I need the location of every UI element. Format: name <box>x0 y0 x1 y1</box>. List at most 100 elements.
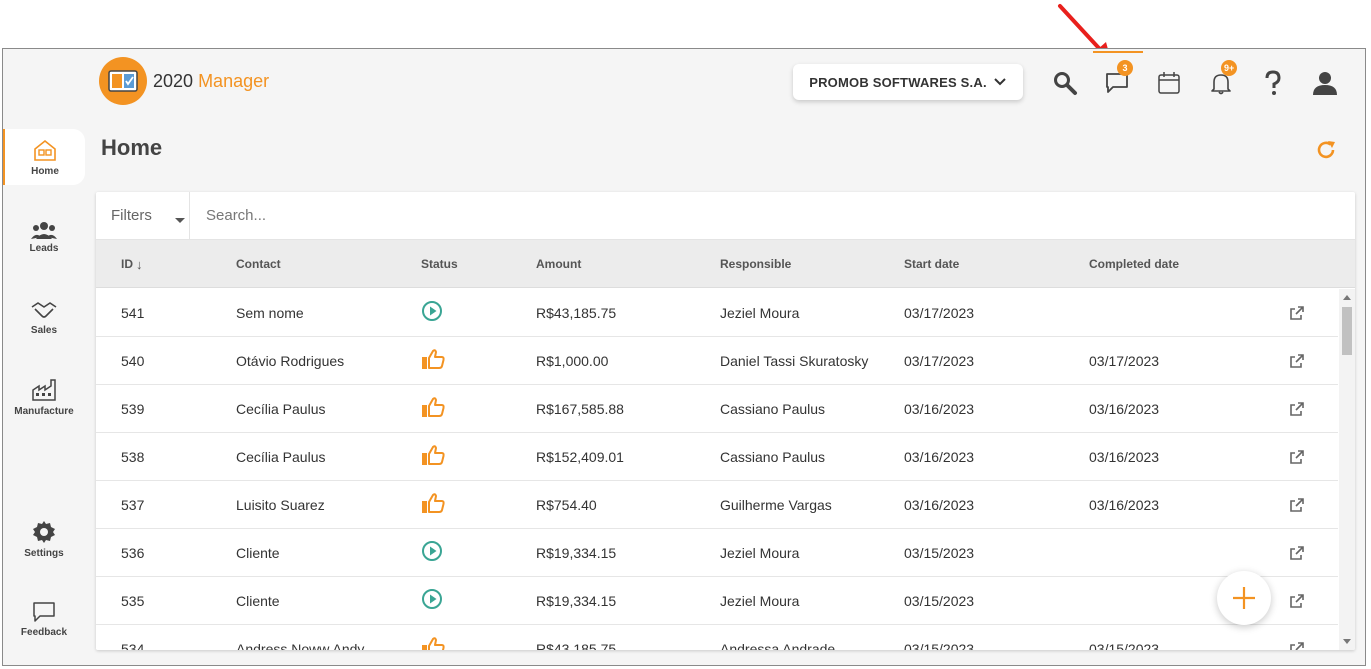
thumbs-up-icon <box>421 492 445 517</box>
column-header-responsible[interactable]: Responsible <box>720 240 791 288</box>
sidebar: Home Leads Sales Manufacture Settings Fe… <box>3 49 85 665</box>
calendar-button[interactable] <box>1153 67 1185 99</box>
logo-text: 2020 Manager <box>153 70 270 91</box>
leads-table-card: Filters ID↓ Contact Status Amount Respon… <box>96 192 1355 650</box>
search-icon <box>1054 72 1077 95</box>
add-button[interactable] <box>1217 571 1271 625</box>
scroll-thumb[interactable] <box>1342 307 1352 355</box>
cell-status <box>421 481 445 528</box>
cell-status <box>421 385 445 432</box>
app-logo[interactable]: 2020 Manager <box>99 57 269 105</box>
table-body: 541 Sem nome R$43,185.75 Jeziel Moura 03/17/… <box>96 289 1338 650</box>
column-header-contact[interactable]: Contact <box>236 240 281 288</box>
sidebar-item-sales[interactable]: Sales <box>3 289 85 345</box>
help-button[interactable] <box>1257 67 1289 99</box>
table-row[interactable]: 537 Luisito Suarez R$754.40 Guilherme Varga… <box>96 481 1338 529</box>
search-button[interactable] <box>1049 67 1081 99</box>
cell-amount: R$43,185.75 <box>536 640 617 651</box>
vertical-scrollbar[interactable] <box>1339 289 1355 650</box>
column-header-start-date[interactable]: Start date <box>904 240 959 288</box>
active-indicator <box>1093 51 1143 53</box>
open-external-icon[interactable] <box>1289 577 1305 624</box>
table-row[interactable]: 539 Cecília Paulus R$167,585.88 Cassiano Pa… <box>96 385 1338 433</box>
cell-contact: Cecília Paulus <box>236 448 326 465</box>
filters-dropdown[interactable]: Filters <box>96 192 190 240</box>
page-title: Home <box>101 135 163 160</box>
sidebar-item-home[interactable]: Home <box>3 129 85 185</box>
cell-completed-date: 03/16/2023 <box>1089 448 1160 465</box>
sidebar-item-leads[interactable]: Leads <box>3 209 85 265</box>
cell-id: 540 <box>121 352 145 369</box>
notifications-button[interactable]: 9+ <box>1205 60 1238 99</box>
play-circle-icon <box>421 540 443 565</box>
company-name: PROMOB SOFTWARES S.A. <box>809 74 987 90</box>
table-row[interactable]: 538 Cecília Paulus R$152,409.01 Cassiano Pa… <box>96 433 1338 481</box>
sidebar-item-settings[interactable]: Settings <box>3 511 85 567</box>
cell-contact: Otávio Rodrigues <box>236 352 345 369</box>
open-external-icon[interactable] <box>1289 625 1305 650</box>
cell-status <box>421 433 445 480</box>
company-selector[interactable]: PROMOB SOFTWARES S.A. <box>793 64 1023 100</box>
table-row[interactable]: 535 Cliente R$19,334.15 Jeziel Moura 03/15/2… <box>96 577 1338 625</box>
cell-id: 537 <box>121 496 145 513</box>
open-external-icon[interactable] <box>1289 289 1305 336</box>
cell-responsible: Jeziel Moura <box>720 592 800 609</box>
table-row[interactable]: 541 Sem nome R$43,185.75 Jeziel Moura 03/17/… <box>96 289 1338 337</box>
table-row[interactable]: 534 Andress Noww Andy R$43,185.75 Andressa … <box>96 625 1338 650</box>
search-input[interactable] <box>190 192 1355 240</box>
gear-icon <box>33 520 55 543</box>
column-header-amount[interactable]: Amount <box>536 240 581 288</box>
scroll-down-icon[interactable] <box>1343 639 1351 644</box>
cell-start-date: 03/17/2023 <box>904 304 975 321</box>
sidebar-item-feedback[interactable]: Feedback <box>3 591 85 647</box>
cell-responsible: Daniel Tassi Skuratosky <box>720 352 869 369</box>
plus-icon <box>1233 587 1255 609</box>
cell-status <box>421 289 443 336</box>
column-header-completed-date[interactable]: Completed date <box>1089 240 1179 288</box>
sidebar-item-label: Settings <box>24 547 64 559</box>
column-header-id[interactable]: ID ↓ <box>121 240 143 288</box>
open-external-icon[interactable] <box>1289 385 1305 432</box>
home-icon <box>34 139 56 161</box>
column-header-status[interactable]: Status <box>421 240 458 288</box>
table-row[interactable]: 536 Cliente R$19,334.15 Jeziel Moura 03/15/2… <box>96 529 1338 577</box>
refresh-icon <box>1317 141 1335 159</box>
cell-responsible: Jeziel Moura <box>720 304 800 321</box>
thumbs-up-icon <box>421 348 445 373</box>
cell-responsible: Cassiano Paulus <box>720 448 826 465</box>
cell-status <box>421 625 445 650</box>
cell-id: 541 <box>121 304 145 321</box>
cell-contact: Cliente <box>236 544 280 561</box>
cell-responsible: Cassiano Paulus <box>720 400 826 417</box>
cell-id: 539 <box>121 400 145 417</box>
refresh-button[interactable] <box>1315 139 1337 166</box>
app-window: Home Leads Sales Manufacture Settings Fe… <box>2 48 1366 666</box>
cell-status <box>421 529 443 576</box>
cell-status <box>421 577 443 624</box>
handshake-icon <box>31 301 57 318</box>
user-icon <box>1313 72 1337 95</box>
cell-start-date: 03/15/2023 <box>904 592 975 609</box>
chevron-down-icon <box>994 78 1006 86</box>
cell-amount: R$43,185.75 <box>536 304 617 321</box>
open-external-icon[interactable] <box>1289 529 1305 576</box>
help-icon <box>1265 70 1281 95</box>
messages-button[interactable]: 3 <box>1101 60 1133 99</box>
cell-responsible: Andressa Andrade <box>720 640 836 651</box>
table-row[interactable]: 540 Otávio Rodrigues R$1,000.00 Daniel Tass… <box>96 337 1338 385</box>
cell-id: 535 <box>121 592 145 609</box>
scroll-up-icon[interactable] <box>1343 295 1351 300</box>
table-header: ID ↓ Contact Status Amount Responsible St… <box>96 240 1355 288</box>
play-circle-icon <box>421 300 443 325</box>
open-external-icon[interactable] <box>1289 433 1305 480</box>
open-external-icon[interactable] <box>1289 481 1305 528</box>
cell-responsible: Jeziel Moura <box>720 544 800 561</box>
sidebar-item-manufacture[interactable]: Manufacture <box>3 369 85 425</box>
open-external-icon[interactable] <box>1289 337 1305 384</box>
cell-start-date: 03/16/2023 <box>904 448 975 465</box>
cell-completed-date: 03/16/2023 <box>1089 496 1160 513</box>
cell-amount: R$1,000.00 <box>536 352 609 369</box>
cell-start-date: 03/16/2023 <box>904 496 975 513</box>
user-account-button[interactable] <box>1309 67 1341 99</box>
thumbs-up-icon <box>421 396 445 421</box>
